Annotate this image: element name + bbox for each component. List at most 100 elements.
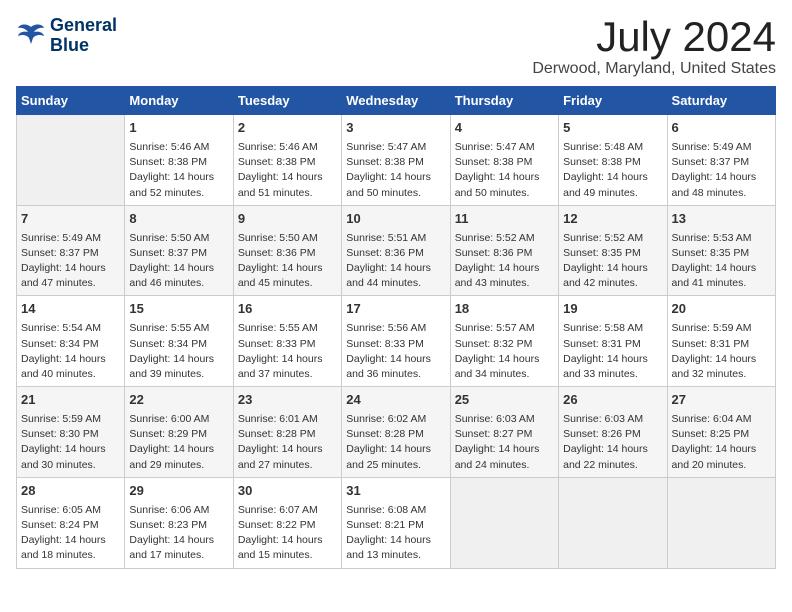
header-day-saturday: Saturday <box>667 87 775 115</box>
header-day-thursday: Thursday <box>450 87 558 115</box>
day-number: 17 <box>346 300 445 319</box>
day-info-line: and 45 minutes. <box>238 276 337 291</box>
day-info-line: Sunrise: 5:52 AM <box>455 231 554 246</box>
month-year-title: July 2024 <box>532 16 776 58</box>
day-info-line: Sunset: 8:37 PM <box>129 246 228 261</box>
day-info-line: Sunset: 8:31 PM <box>563 337 662 352</box>
day-info-line: and 52 minutes. <box>129 186 228 201</box>
day-info-line: Sunrise: 5:54 AM <box>21 321 120 336</box>
day-info-line: Daylight: 14 hours <box>563 261 662 276</box>
day-info-line: Sunset: 8:38 PM <box>346 155 445 170</box>
calendar-week-3: 14Sunrise: 5:54 AMSunset: 8:34 PMDayligh… <box>17 296 776 387</box>
day-info-line: Sunset: 8:24 PM <box>21 518 120 533</box>
day-info-line: and 43 minutes. <box>455 276 554 291</box>
day-info-line: Sunset: 8:38 PM <box>563 155 662 170</box>
day-info-line: Sunrise: 6:03 AM <box>455 412 554 427</box>
day-info-line: Daylight: 14 hours <box>129 261 228 276</box>
day-info-line: and 33 minutes. <box>563 367 662 382</box>
calendar-table: SundayMondayTuesdayWednesdayThursdayFrid… <box>16 86 776 569</box>
calendar-cell <box>17 115 125 206</box>
day-info-line: Daylight: 14 hours <box>21 533 120 548</box>
day-info-line: Sunrise: 5:53 AM <box>672 231 771 246</box>
day-info-line: Sunrise: 5:49 AM <box>21 231 120 246</box>
day-info-line: Sunrise: 6:05 AM <box>21 503 120 518</box>
day-info-line: and 17 minutes. <box>129 548 228 563</box>
logo-bird-icon <box>16 22 46 50</box>
day-info-line: Sunset: 8:28 PM <box>238 427 337 442</box>
calendar-cell: 28 Sunrise: 6:05 AMSunset: 8:24 PMDayligh… <box>17 477 125 568</box>
logo-text: General Blue <box>50 16 117 56</box>
day-number: 1 <box>129 119 228 138</box>
calendar-cell: 14Sunrise: 5:54 AMSunset: 8:34 PMDayligh… <box>17 296 125 387</box>
calendar-cell: 12Sunrise: 5:52 AMSunset: 8:35 PMDayligh… <box>559 205 667 296</box>
day-info-line: Sunset: 8:28 PM <box>346 427 445 442</box>
day-number: 3 <box>346 119 445 138</box>
calendar-cell <box>450 477 558 568</box>
day-info-line: and 39 minutes. <box>129 367 228 382</box>
day-number: 19 <box>563 300 662 319</box>
calendar-cell: 20Sunrise: 5:59 AMSunset: 8:31 PMDayligh… <box>667 296 775 387</box>
header-day-tuesday: Tuesday <box>233 87 341 115</box>
calendar-week-2: 7Sunrise: 5:49 AMSunset: 8:37 PMDaylight… <box>17 205 776 296</box>
day-number: 18 <box>455 300 554 319</box>
day-number: 21 <box>21 391 120 410</box>
day-info-line: Daylight: 14 hours <box>672 442 771 457</box>
day-info-line: Sunset: 8:38 PM <box>455 155 554 170</box>
day-info-line: Daylight: 14 hours <box>455 352 554 367</box>
day-info-line: and 44 minutes. <box>346 276 445 291</box>
day-info-line: Daylight: 14 hours <box>346 261 445 276</box>
calendar-cell: 21Sunrise: 5:59 AMSunset: 8:30 PMDayligh… <box>17 387 125 478</box>
day-info-line: and 18 minutes. <box>21 548 120 563</box>
day-number: 16 <box>238 300 337 319</box>
calendar-cell: 24Sunrise: 6:02 AMSunset: 8:28 PMDayligh… <box>342 387 450 478</box>
day-info-line: Sunrise: 5:50 AM <box>129 231 228 246</box>
day-info-line: Sunset: 8:25 PM <box>672 427 771 442</box>
day-number: 13 <box>672 210 771 229</box>
calendar-body: 1Sunrise: 5:46 AMSunset: 8:38 PMDaylight… <box>17 115 776 569</box>
day-info-line: Sunrise: 5:51 AM <box>346 231 445 246</box>
day-info-line: and 48 minutes. <box>672 186 771 201</box>
calendar-cell: 31Sunrise: 6:08 AMSunset: 8:21 PMDayligh… <box>342 477 450 568</box>
day-info-line: and 36 minutes. <box>346 367 445 382</box>
day-info-line: Sunrise: 5:48 AM <box>563 140 662 155</box>
day-number: 28 <box>21 482 120 501</box>
day-info-line: and 13 minutes. <box>346 548 445 563</box>
day-info-line: Sunset: 8:33 PM <box>346 337 445 352</box>
day-info-line: Daylight: 14 hours <box>563 442 662 457</box>
day-info-line: Daylight: 14 hours <box>238 533 337 548</box>
day-info-line: Sunrise: 5:49 AM <box>672 140 771 155</box>
calendar-cell: 1Sunrise: 5:46 AMSunset: 8:38 PMDaylight… <box>125 115 233 206</box>
day-info-line: and 27 minutes. <box>238 458 337 473</box>
day-info-line: Daylight: 14 hours <box>672 261 771 276</box>
day-number: 7 <box>21 210 120 229</box>
day-info-line: Sunset: 8:37 PM <box>672 155 771 170</box>
calendar-cell: 15Sunrise: 5:55 AMSunset: 8:34 PMDayligh… <box>125 296 233 387</box>
day-number: 27 <box>672 391 771 410</box>
day-info-line: and 25 minutes. <box>346 458 445 473</box>
header-day-monday: Monday <box>125 87 233 115</box>
day-info-line: Sunset: 8:31 PM <box>672 337 771 352</box>
day-info-line: Sunrise: 5:47 AM <box>346 140 445 155</box>
day-info-line: and 51 minutes. <box>238 186 337 201</box>
day-info-line: and 49 minutes. <box>563 186 662 201</box>
day-info-line: Sunrise: 6:00 AM <box>129 412 228 427</box>
calendar-cell <box>559 477 667 568</box>
day-number: 29 <box>129 482 228 501</box>
header-day-friday: Friday <box>559 87 667 115</box>
day-info-line: Sunrise: 6:06 AM <box>129 503 228 518</box>
day-info-line: Sunrise: 5:56 AM <box>346 321 445 336</box>
day-info-line: Sunrise: 6:08 AM <box>346 503 445 518</box>
day-info-line: Sunset: 8:21 PM <box>346 518 445 533</box>
day-info-line: Daylight: 14 hours <box>21 261 120 276</box>
day-info-line: Sunset: 8:29 PM <box>129 427 228 442</box>
day-info-line: Daylight: 14 hours <box>238 352 337 367</box>
day-info-line: Sunset: 8:38 PM <box>238 155 337 170</box>
calendar-cell: 19Sunrise: 5:58 AMSunset: 8:31 PMDayligh… <box>559 296 667 387</box>
day-info-line: Sunrise: 6:07 AM <box>238 503 337 518</box>
day-info-line: Daylight: 14 hours <box>455 170 554 185</box>
calendar-cell: 13Sunrise: 5:53 AMSunset: 8:35 PMDayligh… <box>667 205 775 296</box>
day-info-line: Daylight: 14 hours <box>21 442 120 457</box>
day-info-line: Sunrise: 5:46 AM <box>238 140 337 155</box>
day-info-line: Daylight: 14 hours <box>129 170 228 185</box>
day-info-line: Sunset: 8:27 PM <box>455 427 554 442</box>
